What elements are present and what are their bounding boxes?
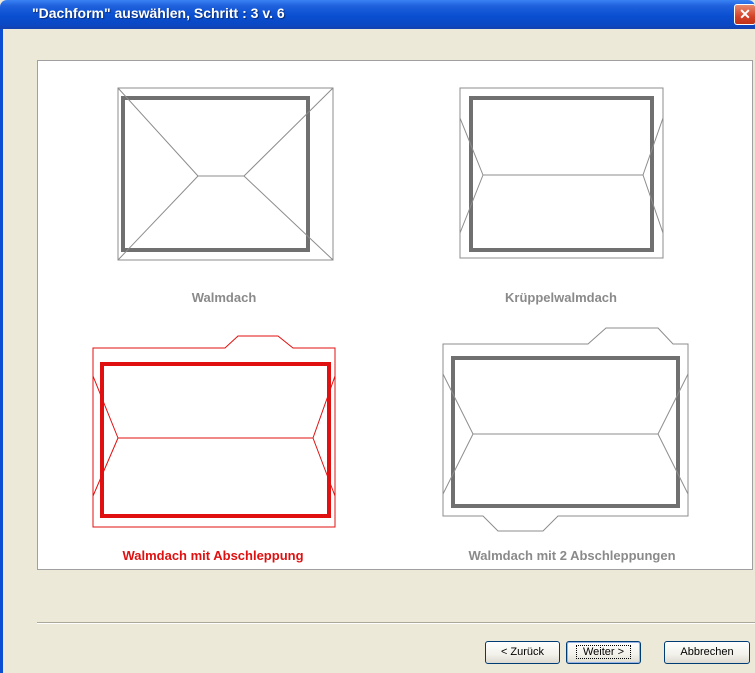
option-walmdach-2-abschleppungen[interactable]: Walmdach mit 2 Abschleppungen — [433, 316, 733, 566]
window-frame — [0, 29, 3, 673]
option-label-walmdach: Walmdach — [191, 290, 257, 305]
walmdach-2-abschleppungen-icon — [442, 327, 689, 532]
roof-options-panel: Walmdach Krüppelwalmdach Walmdach mit Ab… — [37, 60, 753, 570]
next-button-label: Weiter > — [575, 645, 632, 659]
walmdach-icon — [117, 87, 334, 261]
button-separator — [37, 622, 755, 624]
option-label-walmdach-abschleppung: Walmdach mit Abschleppung — [122, 548, 304, 563]
next-button[interactable]: Weiter > — [566, 641, 641, 664]
title-bar[interactable]: "Dachform" auswählen, Schritt : 3 v. 6 ✕ — [0, 0, 755, 29]
cancel-button[interactable]: Abbrechen — [664, 641, 750, 664]
option-walmdach[interactable]: Walmdach — [78, 83, 378, 313]
option-label-krueppelwalmdach: Krüppelwalmdach — [505, 290, 617, 305]
back-button[interactable]: < Zurück — [485, 641, 560, 664]
close-icon: ✕ — [739, 6, 751, 22]
krueppelwalmdach-icon — [459, 87, 664, 259]
option-label-walmdach-2-abschleppungen: Walmdach mit 2 Abschleppungen — [468, 548, 676, 563]
walmdach-abschleppung-icon — [92, 335, 336, 528]
close-button[interactable]: ✕ — [734, 4, 755, 25]
option-walmdach-abschleppung[interactable]: Walmdach mit Abschleppung — [78, 316, 378, 566]
option-krueppelwalmdach[interactable]: Krüppelwalmdach — [433, 83, 733, 313]
window-title: "Dachform" auswählen, Schritt : 3 v. 6 — [32, 5, 285, 21]
